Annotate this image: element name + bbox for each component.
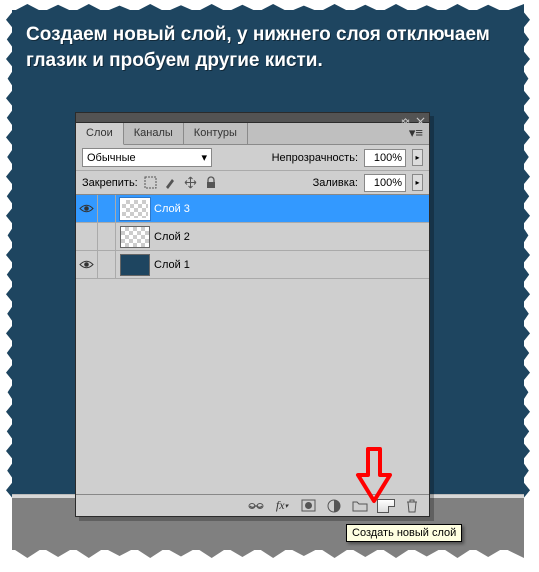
layer-row[interactable]: Слой 1 [76, 251, 429, 279]
link-column[interactable] [98, 223, 116, 250]
visibility-toggle[interactable] [76, 223, 98, 250]
panel-titlebar[interactable] [76, 113, 429, 123]
panel-tabs: Слои Каналы Контуры ▾≡ [76, 123, 429, 145]
layer-name[interactable]: Слой 2 [154, 231, 190, 243]
torn-edge [522, 10, 530, 500]
layers-empty-area[interactable] [76, 279, 429, 494]
lock-move-icon[interactable] [184, 176, 198, 190]
lock-paint-icon[interactable] [164, 176, 178, 190]
link-icon[interactable] [247, 498, 265, 514]
blend-mode-dropdown[interactable]: Обычные ▾ [82, 148, 212, 167]
mask-icon[interactable] [299, 498, 317, 514]
blend-row: Обычные ▾ Непрозрачность: 100% ▸ [76, 145, 429, 171]
layers-list: Слой 3 Слой 2 Слой 1 [76, 195, 429, 279]
opacity-label: Непрозрачность: [272, 152, 358, 164]
tab-layers[interactable]: Слои [76, 123, 124, 145]
fx-icon[interactable]: fx▾ [273, 498, 291, 514]
collapse-icon[interactable] [401, 113, 410, 122]
panel-menu-icon[interactable]: ▾≡ [403, 123, 429, 144]
instruction-text: Создаем новый слой, у нижнего слоя отклю… [26, 22, 516, 73]
layer-thumbnail[interactable] [120, 226, 150, 248]
visibility-toggle[interactable] [76, 195, 98, 222]
layer-name[interactable]: Слой 3 [154, 203, 190, 215]
tooltip: Создать новый слой [346, 524, 462, 542]
tab-channels[interactable]: Каналы [124, 123, 184, 144]
torn-edge [6, 10, 14, 500]
trash-icon[interactable] [403, 498, 421, 514]
visibility-toggle[interactable] [76, 251, 98, 278]
chevron-down-icon: ▾ [201, 151, 207, 164]
layer-row[interactable]: Слой 3 [76, 195, 429, 223]
link-column[interactable] [98, 251, 116, 278]
fill-flyout[interactable]: ▸ [412, 174, 423, 191]
panel-footer: fx▾ [76, 494, 429, 516]
new-layer-icon[interactable] [377, 498, 395, 514]
lock-row: Закрепить: Заливка: 100% ▸ [76, 171, 429, 195]
blend-mode-value: Обычные [87, 152, 136, 164]
lock-label: Закрепить: [82, 177, 138, 189]
group-icon[interactable] [351, 498, 369, 514]
opacity-input[interactable]: 100% [364, 149, 406, 167]
close-icon[interactable] [416, 113, 425, 122]
eye-icon [79, 203, 94, 214]
layer-thumbnail[interactable] [120, 254, 150, 276]
lock-all-icon[interactable] [204, 176, 218, 190]
opacity-flyout[interactable]: ▸ [412, 149, 423, 166]
adjustment-icon[interactable] [325, 498, 343, 514]
fill-input[interactable]: 100% [364, 174, 406, 192]
link-column[interactable] [98, 195, 116, 222]
fill-label: Заливка: [313, 177, 358, 189]
torn-edge [12, 4, 524, 12]
layers-panel: Слои Каналы Контуры ▾≡ Обычные ▾ Непрозр… [75, 112, 430, 517]
layer-thumbnail[interactable] [120, 198, 150, 220]
eye-icon [79, 259, 94, 270]
layer-name[interactable]: Слой 1 [154, 259, 190, 271]
tab-paths[interactable]: Контуры [184, 123, 248, 144]
layer-row[interactable]: Слой 2 [76, 223, 429, 251]
torn-edge [12, 548, 524, 558]
lock-transparency-icon[interactable] [144, 176, 158, 190]
